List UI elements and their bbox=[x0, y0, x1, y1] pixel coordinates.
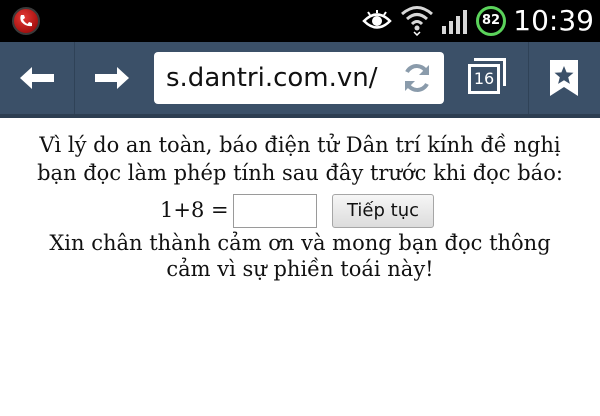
refresh-icon[interactable] bbox=[400, 61, 434, 95]
url-bar[interactable]: s.dantri.com.vn/ bbox=[154, 52, 444, 104]
thanks-line: cảm vì sự phiền toái này! bbox=[166, 257, 434, 281]
message-line: Vì lý do an toàn, báo điện tử Dân trí kí… bbox=[39, 133, 561, 157]
back-button[interactable] bbox=[0, 42, 74, 114]
toolbar-divider bbox=[528, 42, 529, 114]
thanks-line: Xin chân thành cảm ơn và mong bạn đọc th… bbox=[49, 231, 551, 255]
bookmark-star-icon bbox=[550, 60, 578, 96]
tab-count: 16 bbox=[468, 64, 500, 94]
browser-toolbar: s.dantri.com.vn/ 16 bbox=[0, 42, 600, 118]
wifi-icon bbox=[401, 6, 433, 36]
status-bar: 82 10:39 bbox=[0, 0, 600, 42]
captcha-answer-input[interactable] bbox=[233, 194, 317, 228]
url-text[interactable]: s.dantri.com.vn/ bbox=[166, 52, 378, 104]
captcha-question: 1+8 = bbox=[160, 198, 229, 222]
continue-button[interactable]: Tiếp tục bbox=[332, 194, 434, 228]
signal-strength-icon bbox=[442, 10, 467, 34]
phone-call-icon[interactable] bbox=[12, 7, 40, 35]
bookmark-button[interactable] bbox=[540, 52, 588, 104]
phone-handset-icon bbox=[20, 15, 32, 27]
battery-indicator: 82 bbox=[476, 6, 506, 36]
tabs-button[interactable]: 16 bbox=[460, 52, 520, 104]
forward-button[interactable] bbox=[74, 42, 148, 114]
smart-stay-eye-icon bbox=[362, 10, 392, 29]
captcha-form: 1+8 = Tiếp tục bbox=[0, 192, 600, 228]
clock: 10:39 bbox=[513, 4, 594, 37]
arrow-left-icon bbox=[20, 67, 54, 89]
page-content: Vì lý do an toàn, báo điện tử Dân trí kí… bbox=[0, 122, 600, 302]
arrow-right-icon bbox=[95, 67, 129, 89]
message-line: bạn đọc làm phép tính sau đây trước khi … bbox=[37, 161, 563, 185]
